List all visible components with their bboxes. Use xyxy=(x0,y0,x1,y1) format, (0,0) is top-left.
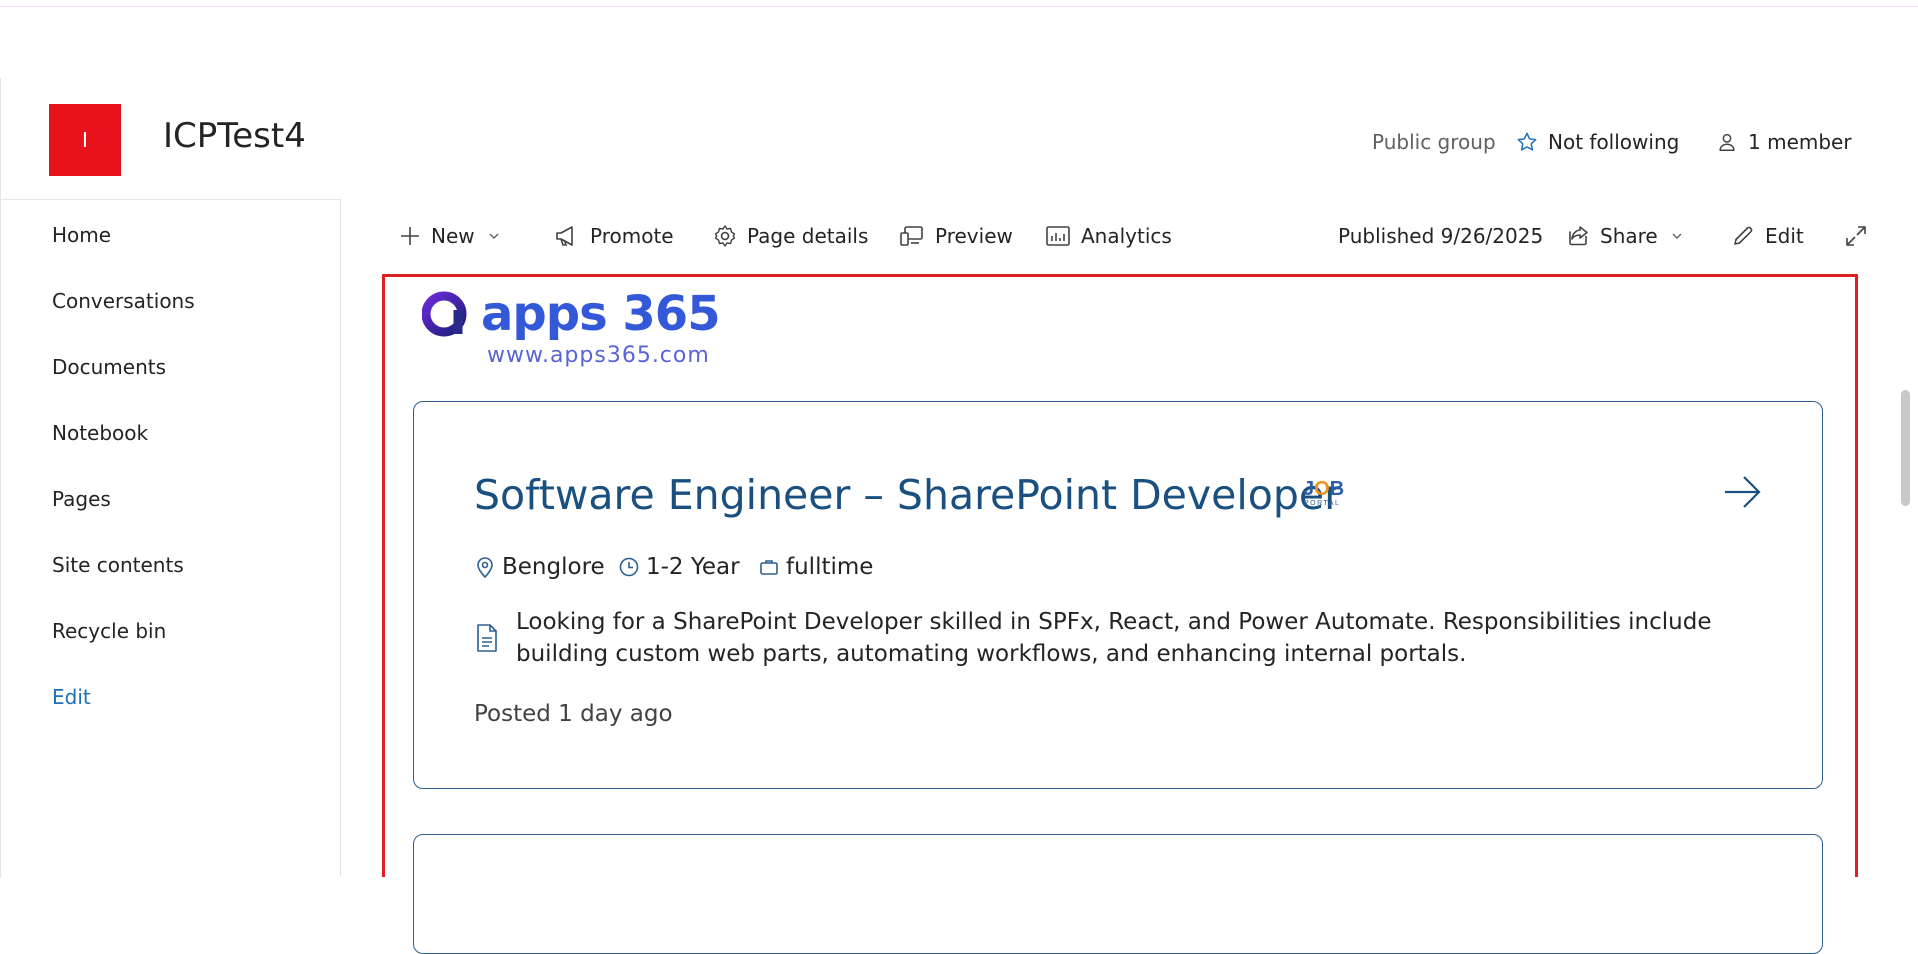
job-description: Looking for a SharePoint Developer skill… xyxy=(516,609,1712,667)
analytics-label: Analytics xyxy=(1081,224,1172,248)
members-label: 1 member xyxy=(1748,130,1852,154)
site-logo[interactable]: I xyxy=(49,104,121,176)
gear-icon xyxy=(714,225,736,247)
job-experience: 1-2 Year xyxy=(618,552,740,582)
brand-name: apps 365 xyxy=(481,286,721,342)
open-job-arrow[interactable] xyxy=(1722,472,1764,516)
nav-item-notebook[interactable]: Notebook xyxy=(52,419,148,447)
new-label: New xyxy=(431,224,475,248)
nav-item-pages[interactable]: Pages xyxy=(52,485,111,513)
expand-icon xyxy=(1846,226,1866,246)
site-title[interactable]: ICPTest4 xyxy=(163,114,306,158)
promote-button[interactable]: Promote xyxy=(554,220,674,252)
star-icon xyxy=(1517,132,1537,151)
top-divider xyxy=(0,0,1918,7)
page-details-button[interactable]: Page details xyxy=(713,220,868,252)
brand-url: www.apps365.com xyxy=(487,343,710,368)
arrow-right-icon xyxy=(1725,476,1761,508)
clock-icon xyxy=(619,557,639,577)
share-label: Share xyxy=(1600,224,1658,248)
job-portal-badge: JOB PORTAL xyxy=(1303,476,1345,508)
share-icon xyxy=(1569,226,1588,246)
job-experience-label: 1-2 Year xyxy=(646,554,740,580)
members-button[interactable]: 1 member xyxy=(1716,125,1852,159)
expand-button[interactable] xyxy=(1844,220,1878,252)
chevron-down-icon xyxy=(1672,233,1682,239)
job-title[interactable]: Software Engineer – SharePoint Developer xyxy=(474,468,1341,522)
job-type: fulltime xyxy=(758,552,873,582)
job-location: Benglore xyxy=(474,552,605,582)
job-card-next[interactable] xyxy=(413,834,1823,954)
promote-label: Promote xyxy=(590,224,674,248)
preview-button[interactable]: Preview xyxy=(899,220,1013,252)
pencil-icon xyxy=(1734,226,1753,245)
job-card[interactable] xyxy=(413,401,1823,789)
megaphone-icon xyxy=(556,226,573,246)
nav-item-home[interactable]: Home xyxy=(52,221,111,249)
group-visibility-label: Public group xyxy=(1372,130,1496,154)
new-button[interactable]: New xyxy=(399,220,511,252)
badge-text: JOB xyxy=(1303,478,1344,500)
job-location-label: Benglore xyxy=(502,554,605,580)
follow-button[interactable]: Not following xyxy=(1516,125,1679,159)
job-type-label: fulltime xyxy=(786,554,874,580)
analytics-button[interactable]: Analytics xyxy=(1045,220,1172,252)
follow-label: Not following xyxy=(1548,130,1680,154)
page-details-label: Page details xyxy=(747,224,869,248)
chevron-down-icon xyxy=(489,233,499,239)
page-scrollbar-thumb[interactable] xyxy=(1901,390,1910,506)
briefcase-icon xyxy=(760,560,778,575)
job-posted-time: Posted 1 day ago xyxy=(474,701,673,727)
person-icon xyxy=(1719,133,1735,151)
nav-item-conversations[interactable]: Conversations xyxy=(52,287,195,315)
location-pin-icon xyxy=(477,557,493,579)
published-label: Published 9/26/2025 xyxy=(1338,224,1544,248)
analytics-chart-icon xyxy=(1046,226,1070,246)
nav-item-recycle-bin[interactable]: Recycle bin xyxy=(52,617,166,645)
badge-sub: PORTAL xyxy=(1304,500,1340,507)
nav-item-site-contents[interactable]: Site contents xyxy=(52,551,184,579)
share-button[interactable]: Share xyxy=(1566,220,1694,252)
nav-edit-link[interactable]: Edit xyxy=(52,683,91,711)
group-visibility: Public group xyxy=(1372,125,1496,159)
preview-label: Preview xyxy=(935,224,1013,248)
apps365-logo-icon xyxy=(421,291,467,337)
site-logo-letter: I xyxy=(82,128,88,152)
apps365-logo-mark xyxy=(421,290,470,342)
edit-page-button[interactable]: Edit xyxy=(1731,220,1804,252)
preview-devices-icon xyxy=(900,226,923,246)
edit-page-label: Edit xyxy=(1765,224,1804,248)
document-icon xyxy=(475,623,499,657)
plus-icon xyxy=(401,227,419,245)
nav-item-documents[interactable]: Documents xyxy=(52,353,166,381)
published-status: Published 9/26/2025 xyxy=(1338,220,1543,252)
